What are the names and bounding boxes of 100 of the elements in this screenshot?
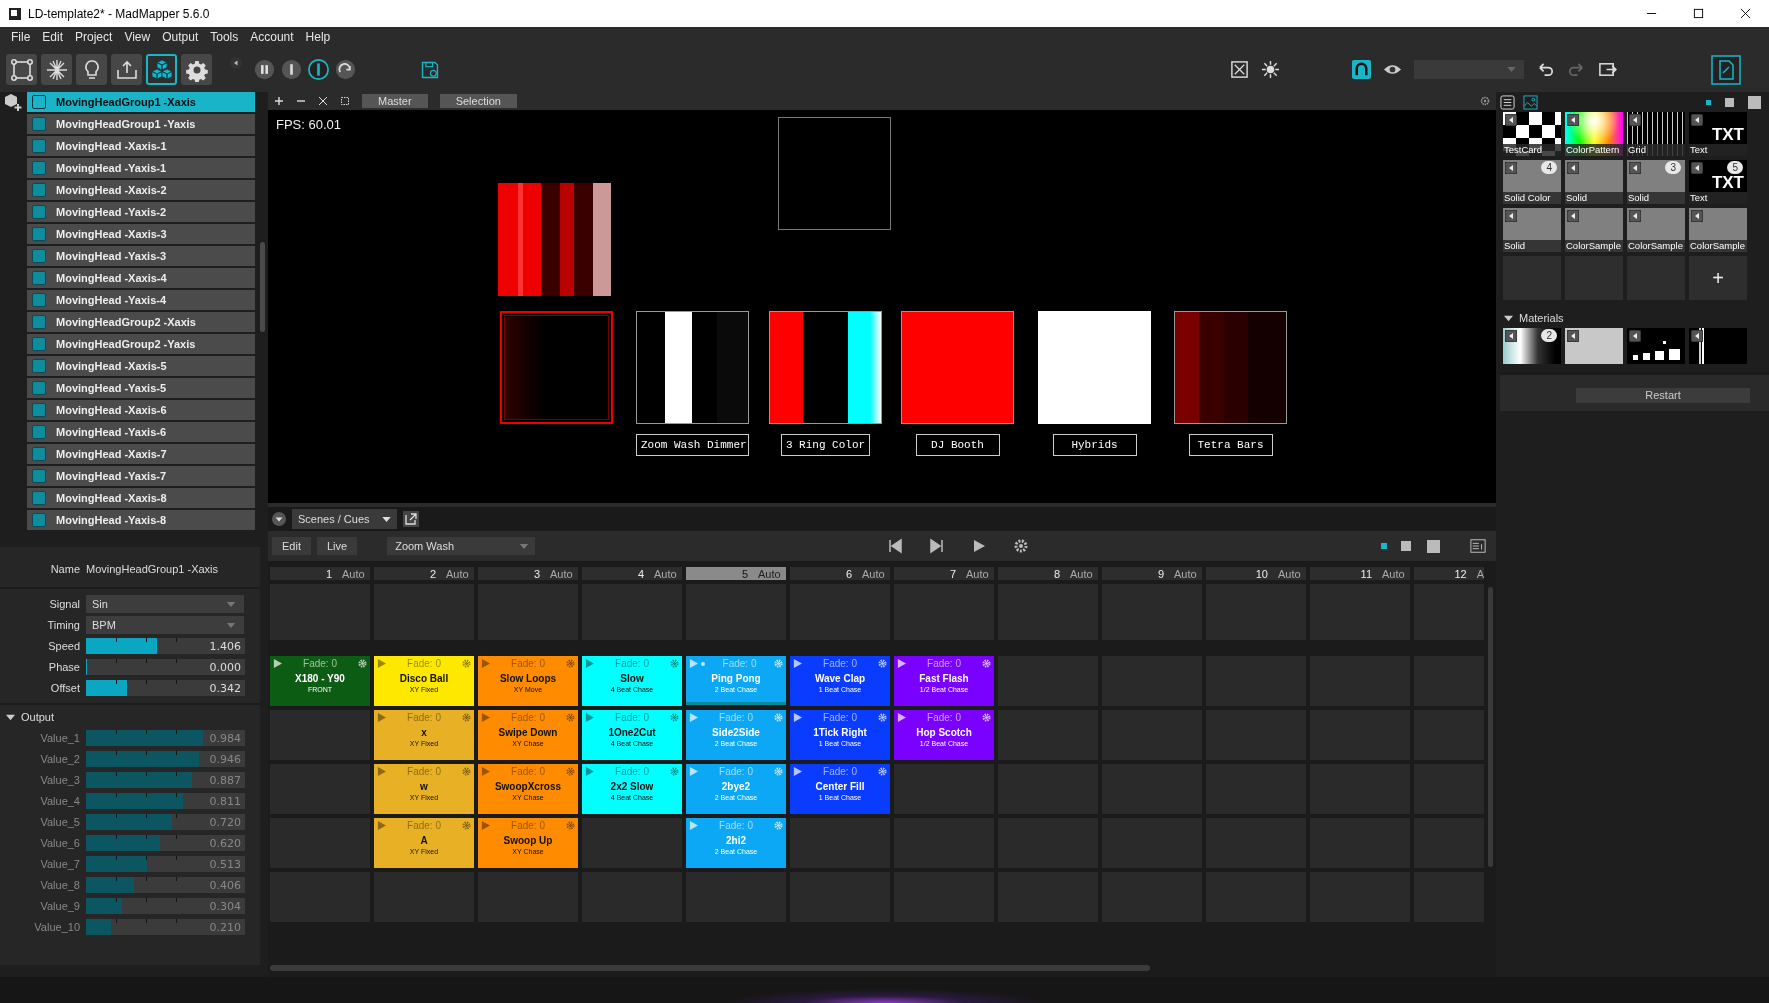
view-tab[interactable]: Master [362,94,428,108]
layer-item[interactable]: MovingHead -Yaxis-8 [27,510,255,530]
viewport[interactable]: FPS: 60.01 Zoom Wash Dimmer 3 Ring Color DJ Booth Hybrids Tetra Bars [268,110,1496,503]
previous-icon[interactable] [887,538,904,554]
column-header[interactable]: 1 Auto [270,567,370,580]
column-header[interactable]: 10 Auto [1206,567,1306,580]
pause-icon[interactable] [254,59,275,80]
column-header[interactable]: 12 A [1414,567,1484,580]
layer-item[interactable]: MovingHeadGroup2 -Yaxis [27,334,255,354]
layer-item[interactable]: MovingHead -Xaxis-6 [27,400,255,420]
material-thumbnail[interactable] [1689,328,1747,364]
popout-icon[interactable] [402,511,419,527]
back-arrow-icon[interactable] [1691,114,1703,126]
layer-item[interactable]: MovingHead -Yaxis-4 [27,290,255,310]
layer-item[interactable]: MovingHeadGroup1 -Yaxis [27,114,255,134]
column-header[interactable]: 2 Auto [374,567,474,580]
column-header[interactable]: 9 Auto [1102,567,1202,580]
slider[interactable] [86,680,205,696]
material-thumbnail[interactable]: 2 [1503,328,1561,364]
play-icon[interactable] [897,713,906,722]
surface-tool-icon[interactable] [6,54,37,85]
layer-item[interactable]: MovingHead -Yaxis-6 [27,422,255,442]
dropdown-field[interactable] [1414,60,1524,79]
menu-item[interactable]: Edit [36,30,70,44]
column-header[interactable]: 8 Auto [998,567,1098,580]
dropdown-field[interactable]: BPM [86,616,244,634]
live-button[interactable]: Live [316,537,358,555]
edit-button[interactable]: Edit [272,537,311,555]
layer-item[interactable]: MovingHeadGroup1 -Xaxis [27,92,255,112]
save-icon[interactable] [420,59,440,80]
add-button[interactable]: + [1712,266,1724,290]
layer-item[interactable]: MovingHead -Xaxis-3 [27,224,255,244]
column-header[interactable]: 6 Auto [790,567,890,580]
column-header[interactable]: 11 Auto [1310,567,1410,580]
layer-item[interactable]: MovingHead -Xaxis-1 [27,136,255,156]
back-arrow-icon[interactable] [1629,114,1641,126]
settings-icon[interactable] [462,659,471,668]
slider[interactable] [86,659,205,675]
media-thumbnail[interactable]: Grid [1627,112,1685,156]
back-arrow-icon[interactable] [1505,114,1517,126]
cubes-tool-icon[interactable] [146,54,177,85]
back-arrow-icon[interactable] [1505,210,1517,222]
info-panel-icon[interactable] [1470,538,1486,554]
magnet-icon[interactable] [1352,60,1371,79]
list-view-icon[interactable] [1500,94,1515,110]
settings-icon[interactable] [670,767,679,776]
large-size-icon[interactable] [1748,95,1761,109]
back-arrow-icon[interactable] [1567,210,1579,222]
menu-item[interactable]: Account [244,30,300,44]
document-icon[interactable] [1711,54,1741,85]
media-thumbnail[interactable]: 3 Solid [1627,160,1685,204]
column-header[interactable]: 4 Auto [582,567,682,580]
settings-icon[interactable] [670,659,679,668]
value-field[interactable]: 0.342 [205,680,245,696]
layer-item[interactable]: MovingHeadGroup2 -Xaxis [27,312,255,332]
play-icon[interactable] [793,659,802,668]
stop-bar-icon[interactable] [281,59,302,80]
layer-item[interactable]: MovingHead -Xaxis-8 [27,488,255,508]
value-field[interactable]: 1.406 [205,638,245,654]
fullscreen-icon[interactable] [1230,60,1249,79]
menu-item[interactable]: Project [69,30,119,44]
add-icon[interactable] [274,96,284,106]
output-tool-icon[interactable] [111,54,142,85]
add-cube-icon[interactable] [3,92,23,112]
select-icon[interactable] [340,96,350,106]
layer-item[interactable]: MovingHead -Yaxis-1 [27,158,255,178]
panel-dropdown[interactable]: Scenes / Cues [292,509,397,529]
back-arrow-icon[interactable] [1505,162,1517,174]
small-size-icon[interactable] [1706,99,1711,105]
fixture-drawing[interactable] [636,311,749,424]
media-thumbnail[interactable]: ColorSample [1565,208,1623,252]
menu-item[interactable]: Output [156,30,205,44]
maximize-icon[interactable] [1693,8,1704,19]
settings-icon[interactable] [670,713,679,722]
starburst-tool-icon[interactable] [41,54,72,85]
media-thumbnail[interactable]: TestCard [1503,112,1561,156]
media-thumbnail[interactable]: TXT 5 Text [1689,160,1747,204]
back-arrow-icon[interactable] [1691,210,1703,222]
scene-dropdown[interactable]: Zoom Wash [387,537,536,555]
ring-bar-icon[interactable] [308,59,329,80]
restart-button[interactable]: Restart [1576,387,1750,403]
menu-item[interactable]: File [5,30,37,44]
column-header[interactable]: 3 Auto [478,567,578,580]
layer-item[interactable]: MovingHead -Yaxis-7 [27,466,255,486]
next-icon[interactable] [929,538,946,554]
layer-item[interactable]: MovingHead -Yaxis-5 [27,378,255,398]
fixture-drawing[interactable] [1174,311,1287,424]
media-thumbnail[interactable]: ColorPattern [1565,112,1623,156]
play-icon[interactable] [793,767,802,776]
menu-item[interactable]: View [118,30,157,44]
back-arrow-icon[interactable] [1691,330,1703,342]
fixture-outline[interactable] [778,117,891,230]
layer-item[interactable]: MovingHead -Xaxis-7 [27,444,255,464]
layer-item[interactable]: MovingHead -Yaxis-3 [27,246,255,266]
image-view-icon[interactable] [1523,94,1538,110]
settings-icon[interactable] [181,54,212,85]
layer-item[interactable]: MovingHead -Xaxis-4 [27,268,255,288]
back-arrow-icon[interactable] [1691,162,1703,174]
media-thumbnail[interactable]: 4 Solid Color [1503,160,1561,204]
loop-icon[interactable] [335,59,356,80]
